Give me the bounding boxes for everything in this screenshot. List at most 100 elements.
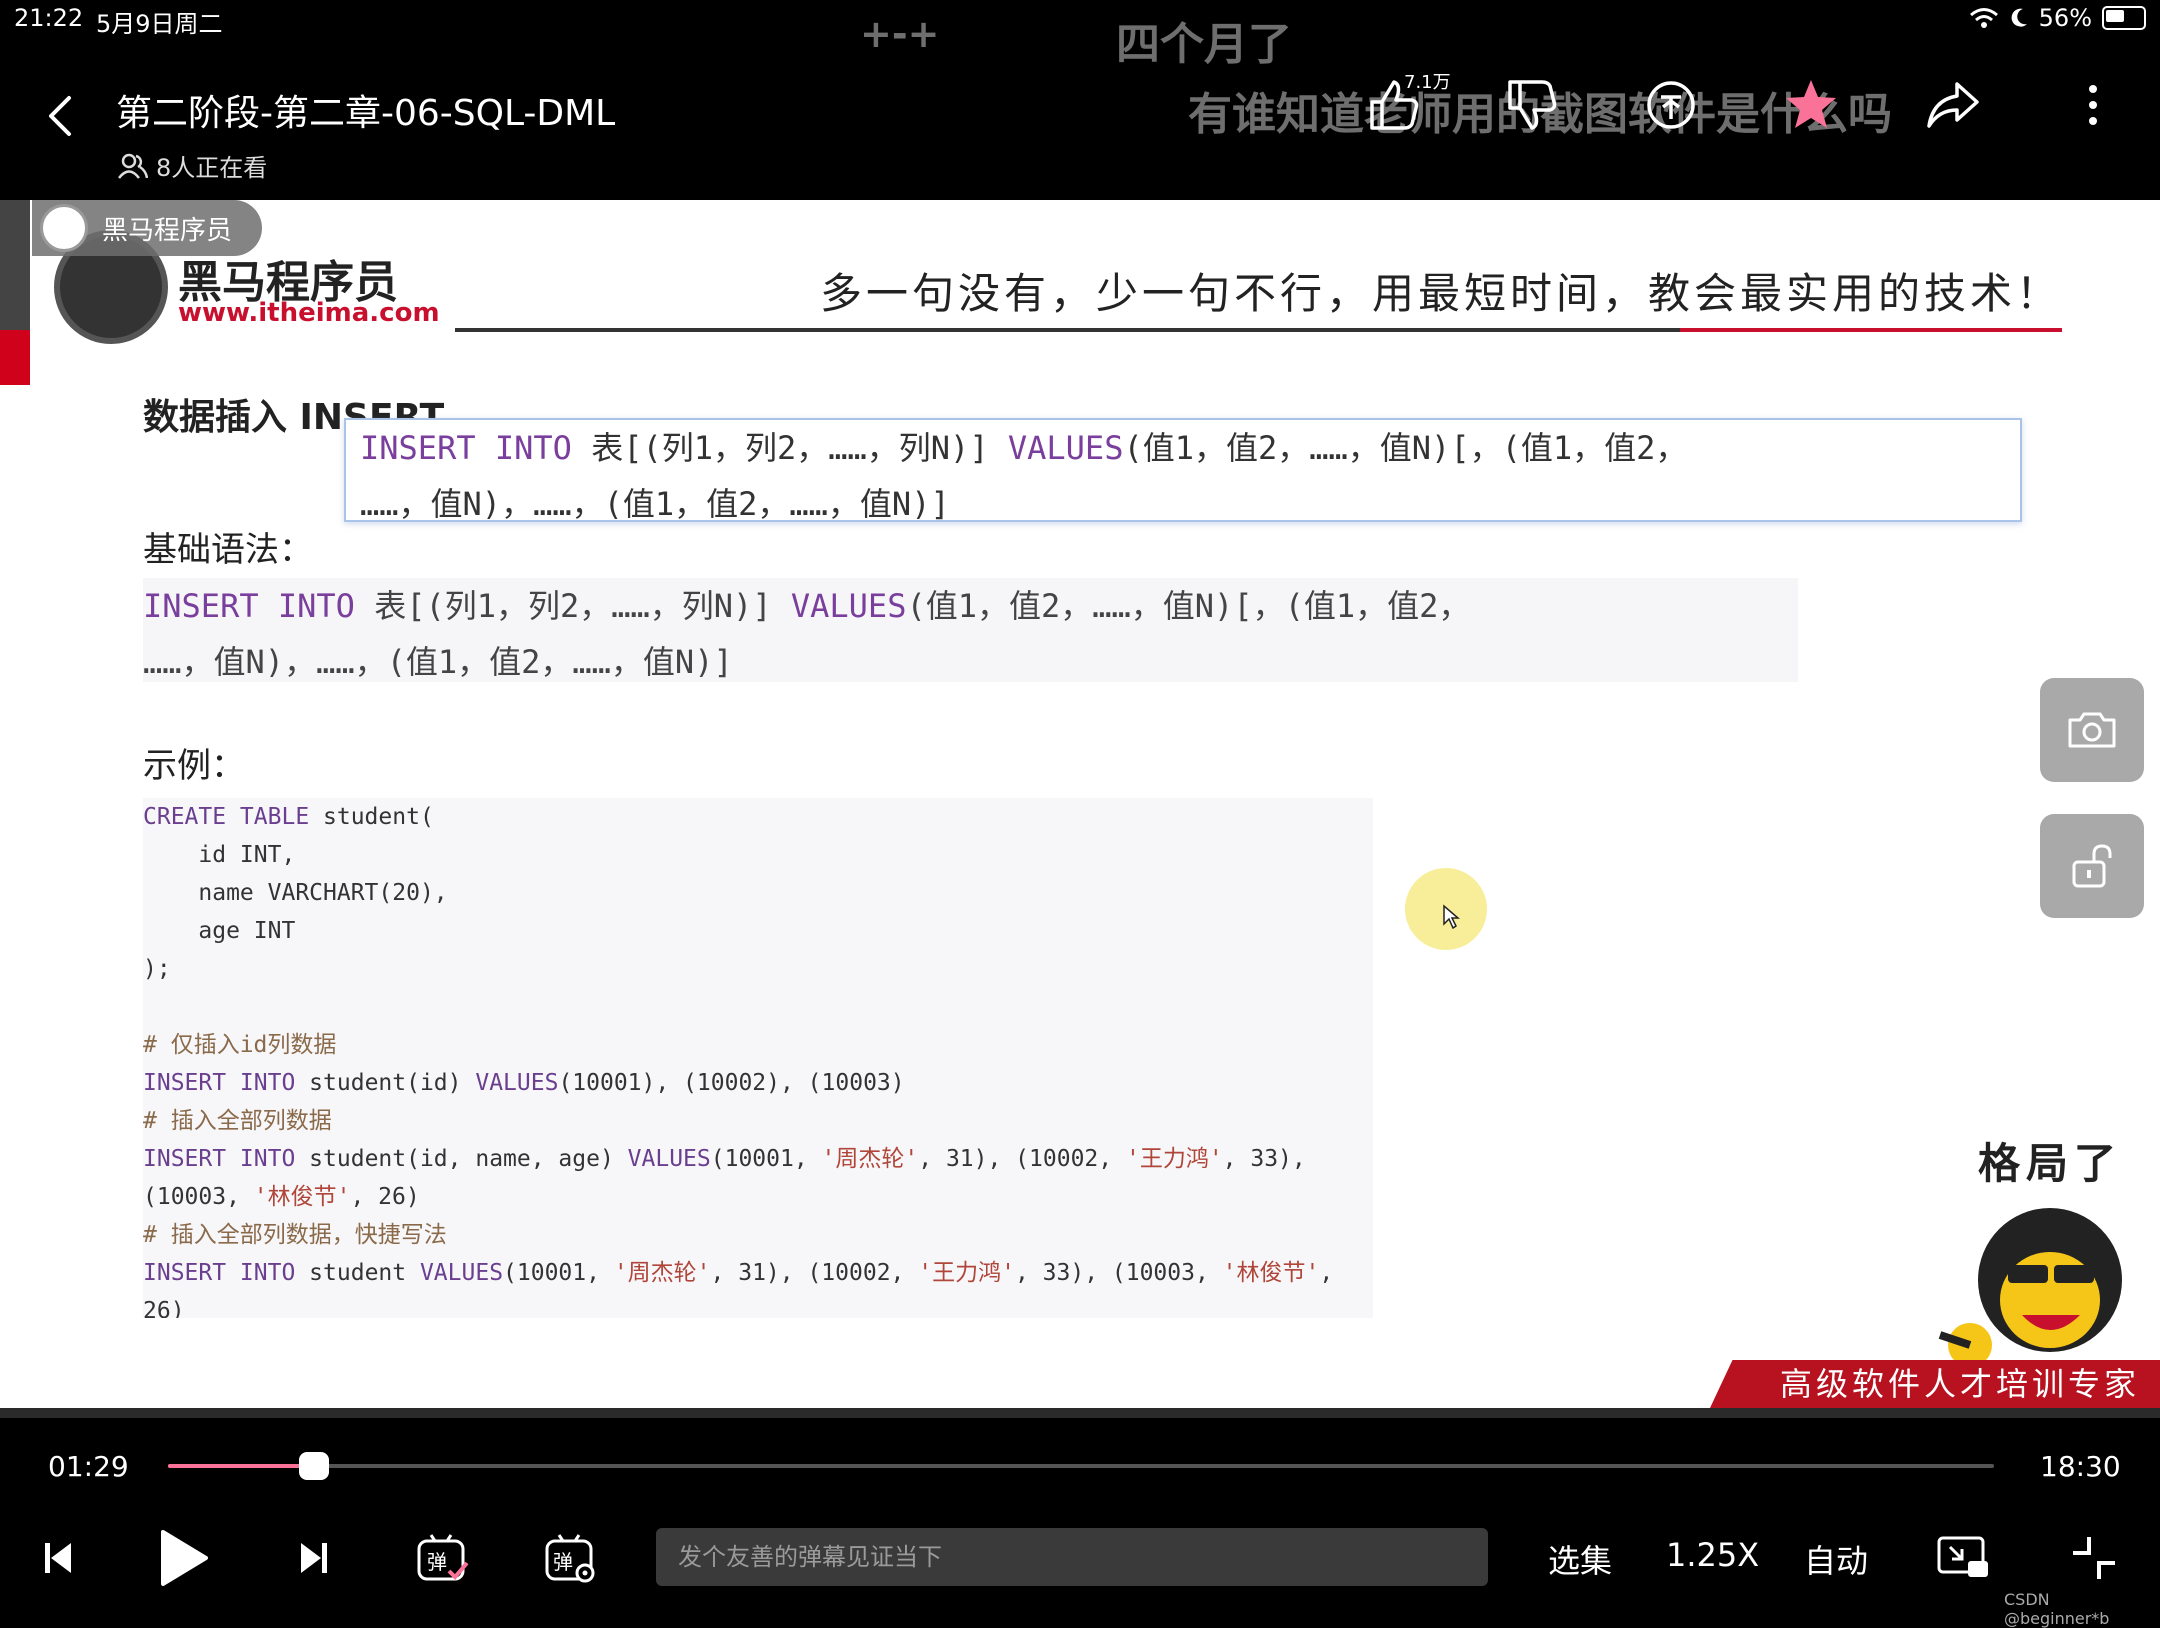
code-line: CREATE TABLE student( (143, 804, 434, 830)
previous-button[interactable] (30, 1530, 86, 1586)
cast-screen-icon (1937, 1536, 1988, 1577)
progress-bar[interactable] (168, 1464, 1994, 1468)
current-time: 01:29 (48, 1450, 129, 1483)
keyword: INSERT INTO (360, 429, 572, 467)
status-bar: 21:22 5月9日周二 56% (0, 0, 2160, 40)
code-line: INSERT INTO student VALUES(10001, '周杰轮',… (143, 1260, 1334, 1286)
chevron-left-icon (49, 96, 71, 136)
danmaku-toggle-button[interactable]: 弹 (410, 1526, 474, 1590)
slide-left-accent (0, 330, 30, 385)
next-button[interactable] (286, 1530, 342, 1586)
progress-handle[interactable] (299, 1452, 329, 1480)
uploader-tag[interactable]: 黑马程序员 (32, 200, 263, 256)
people-icon (118, 153, 148, 179)
code-line: 26) (143, 1298, 185, 1318)
screenshot-button[interactable] (2040, 678, 2144, 782)
header-rule-accent (1680, 328, 2062, 332)
like-count: 7.1万 (1404, 72, 1451, 93)
code-block: CREATE TABLE student( id INT, name VARCH… (143, 798, 1373, 1318)
syntax-label: 基础语法： (143, 530, 313, 570)
code-text: (值1，值2，……，值N)[，(值1，值2， (1123, 429, 1688, 467)
battery-icon (2102, 6, 2146, 30)
total-time: 18:30 (2040, 1450, 2121, 1483)
skip-previous-icon (45, 1543, 71, 1573)
battery-percent: 56% (2038, 4, 2092, 32)
keyword: VALUES (1007, 429, 1124, 467)
quality-button[interactable]: 自动 (1804, 1536, 1868, 1582)
lock-screen-button[interactable] (2040, 814, 2144, 918)
code-line: INSERT INTO student(id, name, age) VALUE… (143, 1146, 1306, 1172)
code-text: (值1，值2，……，值N)[，(值1，值2， (906, 587, 1471, 625)
more-vertical-icon (2089, 85, 2097, 125)
coin-icon (1647, 81, 1695, 129)
code-comment: # 插入全部列数据 (143, 1108, 332, 1134)
viewer-count-label: 8人正在看 (156, 154, 268, 182)
keyword: INSERT INTO (143, 587, 355, 625)
syntax-line-2: ……，值N)，……，(值1，值2，……，值N)] (143, 643, 733, 681)
code-text: 表[(列1，列2，……，列N)] (354, 587, 791, 625)
code-line: ); (143, 956, 171, 982)
play-button[interactable] (150, 1522, 218, 1594)
uploader-name: 黑马程序员 (102, 215, 233, 246)
danmaku-settings-button[interactable]: 弹 (538, 1526, 602, 1590)
wifi-icon (1969, 8, 1998, 28)
camera-icon (2068, 712, 2116, 748)
favorite-button[interactable] (1776, 70, 1846, 140)
speed-button[interactable]: 1.25X (1666, 1536, 1759, 1574)
code-line: (10003, '林俊节', 26) (143, 1184, 420, 1210)
back-button[interactable] (36, 86, 84, 146)
dislike-button[interactable] (1496, 70, 1566, 140)
status-right: 56% (1969, 4, 2146, 32)
skip-next-icon (301, 1543, 327, 1573)
moon-icon (2011, 8, 2027, 27)
code-text: 表[(列1，列2，……，列N)] (571, 429, 1008, 467)
svg-text:弹: 弹 (553, 1550, 573, 1574)
viewer-count: 8人正在看 (118, 148, 267, 183)
code-line: name VARCHART(20), (143, 880, 448, 906)
share-button[interactable] (1918, 70, 1988, 140)
code-line: INSERT INTO student(id) VALUES(10001), (… (143, 1070, 905, 1096)
uploader-avatar (40, 204, 88, 252)
tooltip-line-2: ……，值N)，……，(值1，值2，……，值N)] (360, 485, 950, 522)
danmaku-settings-icon: 弹 (545, 1534, 595, 1583)
header-rule (455, 328, 1680, 332)
exit-fullscreen-button[interactable] (2064, 1528, 2124, 1588)
more-button[interactable] (2058, 70, 2128, 140)
syntax-line-1: INSERT INTO 表[(列1，列2，……，列N)] VALUES(值1，值… (143, 578, 1798, 634)
code-tooltip: INSERT INTO 表[(列1，列2，……，列N)] VALUES(值1，值… (344, 418, 2022, 522)
thumbs-down-icon (1508, 80, 1557, 130)
code-line: id INT, (143, 842, 296, 868)
status-time: 21:22 (14, 4, 84, 32)
example-label: 示例： (143, 746, 245, 786)
exit-fullscreen-icon (2073, 1537, 2115, 1579)
play-icon (161, 1530, 208, 1586)
watermark: CSDN @beginner*b (2004, 1590, 2110, 1628)
status-date: 5月9日周二 (96, 10, 223, 38)
share-arrow-icon (1927, 82, 1979, 128)
cast-button[interactable] (1932, 1528, 1994, 1588)
monkey-sticker-icon (1938, 1208, 2122, 1367)
code-comment: # 仅插入id列数据 (143, 1032, 337, 1058)
syntax-block: INSERT INTO 表[(列1，列2，……，列N)] VALUES(值1，值… (143, 578, 1798, 682)
unlock-icon (2072, 844, 2112, 888)
code-line: age INT (143, 918, 296, 944)
mouse-cursor-icon (1443, 904, 1460, 930)
video-header: 第二阶段-第二章-06-SQL-DML 8人正在看 7.1万 (0, 40, 2160, 200)
danmaku-on-icon: 弹 (417, 1534, 469, 1581)
brand-banner: 高级软件人才培训专家 (1710, 1360, 2160, 1408)
video-title: 第二阶段-第二章-06-SQL-DML (116, 93, 616, 134)
episodes-button[interactable]: 选集 (1548, 1536, 1612, 1582)
slide-slogan: 多一句没有，少一句不行，用最短时间，教会最实用的技术！ (820, 269, 2063, 318)
sticker-caption: 格局了 (1978, 1139, 2123, 1188)
video-frame[interactable]: 黑马程序员 www.itheima.com 黑马程序员 多一句没有，少一句不行，… (0, 200, 2160, 1408)
buffer-strip (0, 1408, 2160, 1418)
logo-url: www.itheima.com (178, 298, 440, 328)
slide-left-bar (0, 200, 30, 330)
danmaku-input[interactable] (656, 1528, 1488, 1586)
coin-button[interactable] (1636, 70, 1706, 140)
svg-text:弹: 弹 (427, 1550, 447, 1574)
star-icon (1786, 80, 1836, 128)
code-comment: # 插入全部列数据，快捷写法 (143, 1222, 447, 1248)
progress-fill (168, 1464, 314, 1468)
